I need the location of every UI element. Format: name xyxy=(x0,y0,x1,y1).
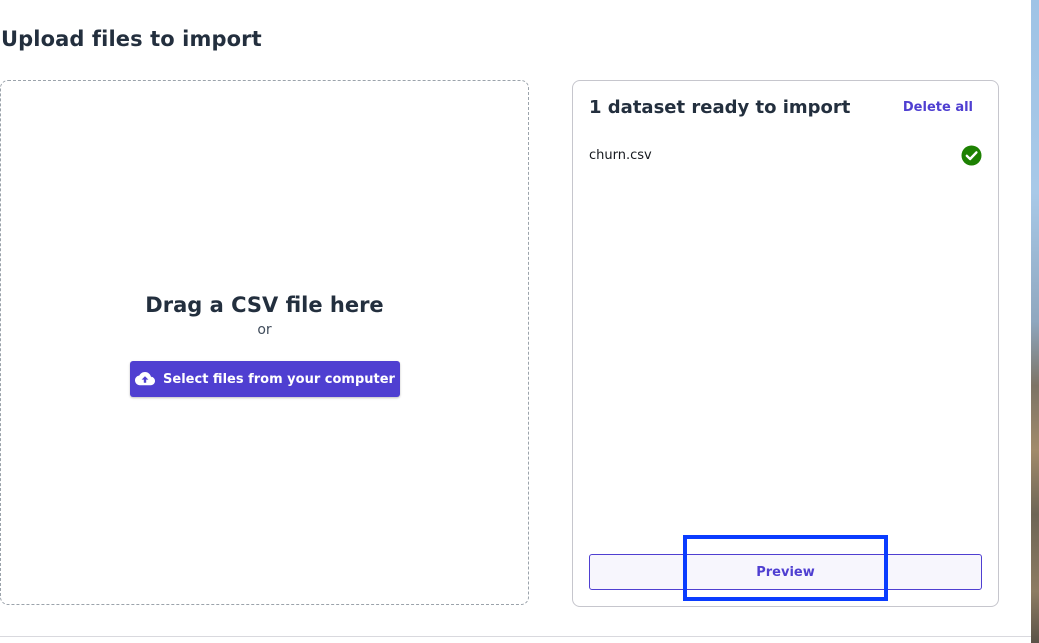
check-circle-icon xyxy=(961,145,982,166)
panel-title: 1 dataset ready to import xyxy=(589,97,851,118)
dropzone-content: Drag a CSV file here or xyxy=(1,292,528,339)
desktop-wallpaper-edge xyxy=(1031,0,1039,643)
page-title: Upload files to import xyxy=(1,27,262,51)
preview-button[interactable]: Preview xyxy=(589,554,982,590)
upload-page: Upload files to import Drag a CSV file h… xyxy=(0,0,1039,643)
select-files-label: Select files from your computer xyxy=(163,371,395,387)
delete-all-link[interactable]: Delete all xyxy=(903,100,973,115)
file-name: churn.csv xyxy=(589,147,652,163)
list-item: churn.csv xyxy=(589,143,982,167)
divider xyxy=(0,636,1031,637)
select-files-button[interactable]: Select files from your computer xyxy=(130,361,400,397)
file-dropzone[interactable]: Drag a CSV file here or Select files fro… xyxy=(0,80,529,605)
dropzone-title: Drag a CSV file here xyxy=(145,293,384,317)
cloud-upload-icon xyxy=(135,372,156,386)
ready-datasets-panel: 1 dataset ready to import Delete all chu… xyxy=(572,80,999,607)
dropzone-or-text: or xyxy=(257,322,272,338)
